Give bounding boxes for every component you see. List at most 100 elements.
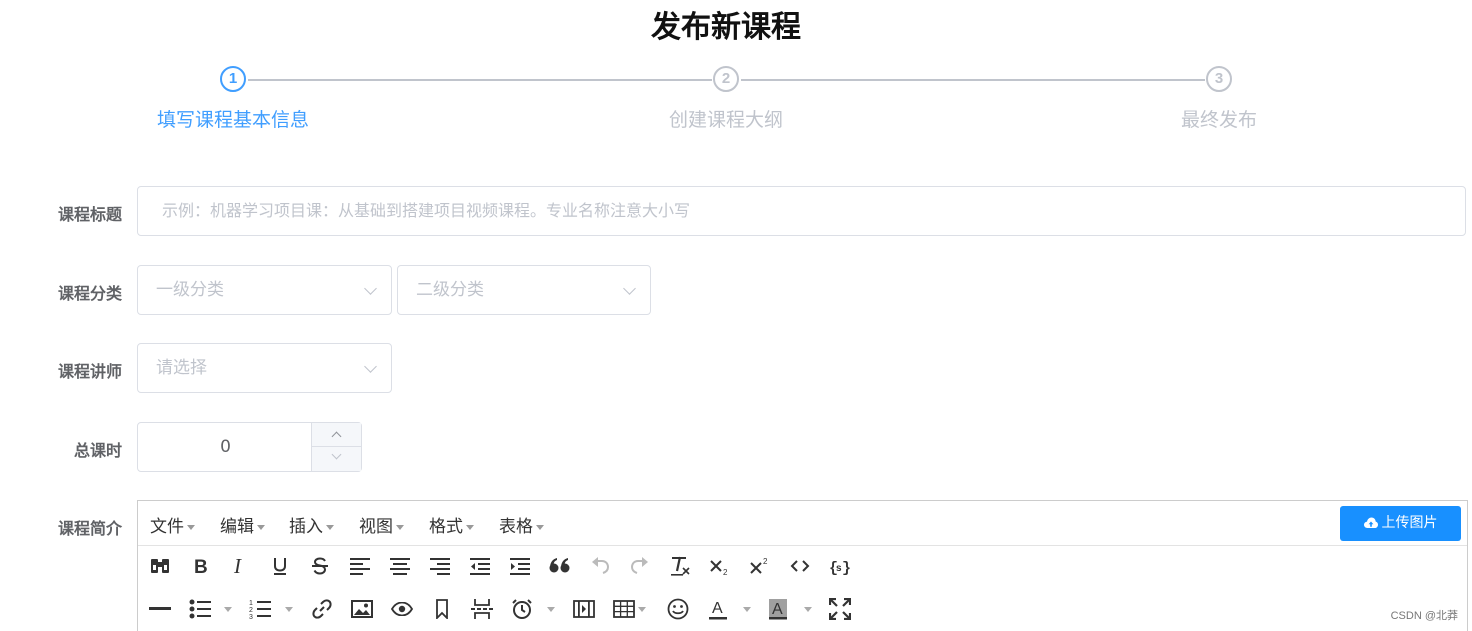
text-color-icon[interactable]: A — [704, 595, 732, 623]
course-title-placeholder: 示例：机器学习项目课：从基础到搭建项目视频课程。专业名称注意大小写 — [162, 201, 691, 220]
course-description-label: 课程简介 — [57, 519, 122, 538]
svg-text:2: 2 — [723, 568, 728, 576]
teacher-select[interactable]: 请选择 — [137, 343, 392, 393]
svg-text:2: 2 — [249, 607, 253, 614]
category-level1-placeholder: 一级分类 — [156, 280, 224, 300]
table-icon[interactable] — [610, 595, 638, 623]
step-connector — [248, 79, 712, 81]
menu-table[interactable]: 表格 — [499, 512, 544, 537]
svg-text:1: 1 — [249, 600, 253, 607]
media-icon[interactable] — [570, 595, 598, 623]
align-center-icon[interactable] — [386, 552, 414, 580]
fullscreen-icon[interactable] — [826, 595, 854, 623]
clear-format-icon[interactable] — [666, 552, 694, 580]
caret-down-icon — [396, 524, 404, 530]
rich-text-editor[interactable]: 文件 编辑 插入 视图 格式 表格 上传图片 B I 2 2 {s} 1 2… — [137, 500, 1468, 631]
svg-text:A: A — [712, 600, 723, 617]
menu-insert-label: 插入 — [289, 517, 323, 537]
menu-edit-label: 编辑 — [220, 517, 254, 537]
svg-text:B: B — [194, 557, 208, 576]
increase-button[interactable] — [312, 423, 361, 447]
watermark-text: CSDN @北莽 — [1390, 610, 1458, 622]
step-2-label: 创建课程大纲 — [668, 109, 783, 131]
teacher-placeholder: 请选择 — [156, 358, 207, 378]
indent-icon[interactable] — [506, 552, 534, 580]
caret-down-icon — [187, 524, 195, 530]
find-replace-icon[interactable] — [146, 552, 174, 580]
menu-edit[interactable]: 编辑 — [220, 512, 265, 537]
page-title: 发布新课程 — [651, 10, 801, 45]
subscript-icon[interactable]: 2 — [706, 552, 734, 580]
align-left-icon[interactable] — [346, 552, 374, 580]
chevron-down-icon — [331, 449, 342, 460]
menu-file-label: 文件 — [150, 517, 184, 537]
course-teacher-label: 课程讲师 — [57, 362, 122, 381]
italic-icon[interactable]: I — [226, 552, 254, 580]
bold-icon[interactable]: B — [186, 552, 214, 580]
menu-view-label: 视图 — [359, 517, 393, 537]
caret-down-icon — [536, 524, 544, 530]
caret-down-icon[interactable] — [804, 607, 812, 612]
course-category-label: 课程分类 — [57, 284, 122, 303]
link-icon[interactable] — [308, 595, 336, 623]
image-icon[interactable] — [348, 595, 376, 623]
svg-text:}: } — [842, 560, 851, 575]
background-color-icon[interactable]: A — [764, 595, 792, 623]
chevron-down-icon — [623, 282, 636, 295]
undo-icon[interactable] — [586, 552, 614, 580]
course-title-input[interactable]: 示例：机器学习项目课：从基础到搭建项目视频课程。专业名称注意大小写 — [137, 186, 1466, 236]
category-level2-select[interactable]: 二级分类 — [397, 265, 651, 315]
menu-format-label: 格式 — [429, 517, 463, 537]
menu-view[interactable]: 视图 — [359, 512, 404, 537]
bullet-list-icon[interactable] — [186, 595, 214, 623]
menu-format[interactable]: 格式 — [429, 512, 474, 537]
category-level2-placeholder: 二级分类 — [416, 280, 484, 300]
page-break-icon[interactable] — [468, 595, 496, 623]
caret-down-icon[interactable] — [547, 607, 555, 612]
total-hours-input[interactable]: 0 — [137, 422, 362, 472]
category-level1-select[interactable]: 一级分类 — [137, 265, 392, 315]
superscript-icon[interactable]: 2 — [746, 552, 774, 580]
chevron-up-icon — [331, 431, 342, 442]
chevron-down-icon — [364, 282, 377, 295]
stepper-controls — [311, 423, 361, 471]
total-hours-label: 总课时 — [73, 441, 122, 460]
decrease-button[interactable] — [312, 447, 361, 471]
emoticons-icon[interactable] — [664, 595, 692, 623]
horizontal-rule-icon[interactable] — [146, 595, 174, 623]
step-1-number: 1 — [220, 66, 246, 92]
bookmark-icon[interactable] — [428, 595, 456, 623]
svg-text:3: 3 — [249, 614, 253, 619]
preview-icon[interactable] — [388, 595, 416, 623]
numbered-list-icon[interactable]: 123 — [246, 595, 274, 623]
caret-down-icon[interactable] — [743, 607, 751, 612]
datetime-icon[interactable] — [508, 595, 536, 623]
caret-down-icon — [257, 524, 265, 530]
svg-text:I: I — [233, 556, 242, 576]
menu-table-label: 表格 — [499, 517, 533, 537]
svg-text:A: A — [772, 601, 783, 618]
caret-down-icon — [326, 524, 334, 530]
upload-image-label: 上传图片 — [1381, 515, 1438, 531]
code-icon[interactable] — [786, 552, 814, 580]
blockquote-icon[interactable] — [546, 552, 574, 580]
menu-insert[interactable]: 插入 — [289, 512, 334, 537]
underline-icon[interactable] — [266, 552, 294, 580]
step-connector — [741, 79, 1205, 81]
editor-menubar: 文件 编辑 插入 视图 格式 表格 上传图片 — [138, 501, 1467, 546]
step-3-label: 最终发布 — [1180, 109, 1257, 131]
caret-down-icon[interactable] — [638, 607, 646, 612]
total-hours-value[interactable]: 0 — [138, 423, 313, 471]
upload-image-button[interactable]: 上传图片 — [1340, 506, 1461, 541]
strikethrough-icon[interactable] — [306, 552, 334, 580]
redo-icon[interactable] — [626, 552, 654, 580]
align-right-icon[interactable] — [426, 552, 454, 580]
step-3-number: 3 — [1206, 66, 1232, 92]
caret-down-icon[interactable] — [285, 607, 293, 612]
menu-file[interactable]: 文件 — [150, 512, 195, 537]
caret-down-icon[interactable] — [224, 607, 232, 612]
cloud-upload-icon — [1363, 517, 1378, 528]
step-2-number: 2 — [713, 66, 739, 92]
code-sample-icon[interactable]: {s} — [826, 552, 854, 580]
outdent-icon[interactable] — [466, 552, 494, 580]
